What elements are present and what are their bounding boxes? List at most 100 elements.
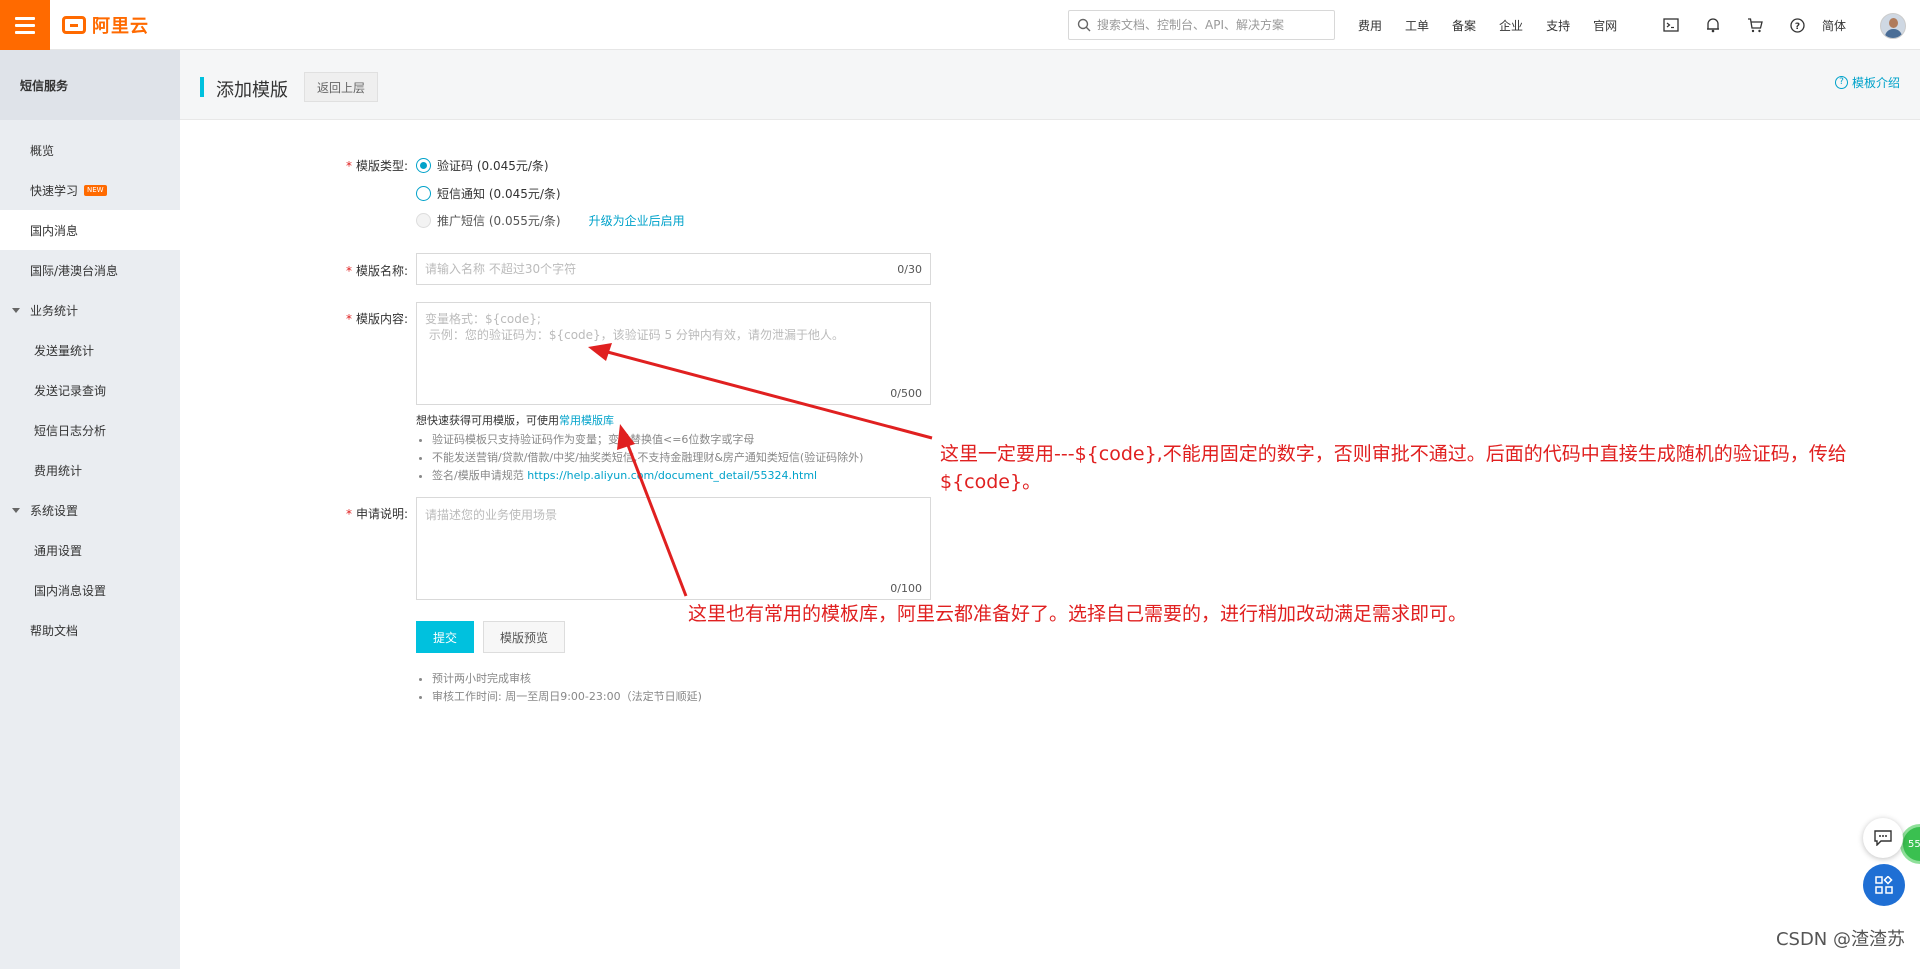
sidebar-item-label: 短信日志分析 bbox=[34, 423, 107, 438]
nav-icp[interactable]: 备案 bbox=[1452, 17, 1476, 34]
sidebar-item-overview[interactable]: 概览 bbox=[0, 130, 180, 170]
sidebar-item-send-records[interactable]: 发送记录查询 bbox=[0, 370, 180, 410]
submit-button[interactable]: 提交 bbox=[416, 621, 474, 653]
user-avatar[interactable] bbox=[1880, 13, 1906, 39]
sidebar-item-label: 发送量统计 bbox=[34, 343, 95, 358]
apply-description-textarea[interactable] bbox=[425, 506, 922, 578]
global-search[interactable] bbox=[1068, 10, 1335, 40]
content-rules-list: 验证码模板只支持验证码作为变量；变量替换值<=6位数字或字母 不能发送营销/贷款… bbox=[432, 431, 863, 485]
sidebar-item-domestic-settings[interactable]: 国内消息设置 bbox=[0, 570, 180, 610]
template-name-label: * 模版名称: bbox=[345, 264, 408, 278]
radio-checked-icon[interactable] bbox=[416, 158, 431, 173]
rule-item: 验证码模板只支持验证码作为变量；变量替换值<=6位数字或字母 bbox=[432, 431, 863, 449]
top-nav: 费用 工单 备案 企业 支持 官网 bbox=[1358, 0, 1640, 50]
sidebar-item-quick-learn[interactable]: 快速学习 NEW bbox=[0, 170, 180, 210]
cart-icon[interactable] bbox=[1734, 17, 1776, 33]
template-content-textarea[interactable] bbox=[425, 311, 922, 383]
sidebar-title: 短信服务 bbox=[0, 50, 180, 120]
bell-icon[interactable] bbox=[1692, 17, 1734, 33]
radio-icon[interactable] bbox=[416, 186, 431, 201]
hamburger-menu-icon[interactable] bbox=[0, 0, 50, 50]
radio-label: 短信通知 (0.045元/条) bbox=[437, 187, 561, 201]
nav-support[interactable]: 支持 bbox=[1546, 17, 1570, 34]
rule-item: 不能发送营销/贷款/借款/中奖/抽奖类短信,不支持金融理财&房产通知类短信(验证… bbox=[432, 449, 863, 467]
top-bar: 阿里云 费用 工单 备案 企业 支持 官网 ? 简体 bbox=[0, 0, 1920, 50]
sidebar-item-domestic[interactable]: 国内消息 bbox=[0, 210, 180, 250]
common-template-library-link[interactable]: 常用模版库 bbox=[559, 414, 614, 427]
sidebar: 短信服务 概览 快速学习 NEW 国内消息 国际/港澳台消息 业务统计 发送量统计… bbox=[0, 50, 180, 969]
sidebar-item-general-settings[interactable]: 通用设置 bbox=[0, 530, 180, 570]
sidebar-item-send-stats[interactable]: 发送量统计 bbox=[0, 330, 180, 370]
template-content-field[interactable]: 0/500 bbox=[416, 302, 931, 405]
aliyun-logo[interactable]: 阿里云 bbox=[62, 12, 149, 38]
template-intro-link[interactable]: ? 模板介绍 bbox=[1834, 74, 1900, 91]
template-preview-button[interactable]: 模版预览 bbox=[483, 621, 565, 653]
search-icon bbox=[1077, 18, 1091, 32]
sidebar-item-label: 通用设置 bbox=[34, 543, 83, 558]
sidebar-item-label: 业务统计 bbox=[30, 303, 79, 318]
template-name-field[interactable]: 0/30 bbox=[416, 253, 931, 285]
apps-grid-icon[interactable] bbox=[1863, 864, 1905, 906]
apply-description-label: * 申请说明: bbox=[345, 507, 408, 521]
language-switch[interactable]: 简体 bbox=[1822, 17, 1846, 34]
nav-enterprise[interactable]: 企业 bbox=[1499, 17, 1523, 34]
question-icon: ? bbox=[1834, 76, 1848, 89]
sidebar-item-label: 国内消息 bbox=[30, 223, 79, 238]
sidebar-item-label: 国际/港澳台消息 bbox=[30, 263, 119, 278]
sidebar-item-label: 快速学习 bbox=[30, 183, 79, 198]
sidebar-item-label: 帮助文档 bbox=[30, 623, 79, 638]
csdn-watermark: CSDN @渣渣苏 bbox=[1775, 929, 1905, 950]
upgrade-enterprise-link[interactable]: 升级为企业后启用 bbox=[589, 212, 685, 229]
svg-text:?: ? bbox=[1794, 22, 1799, 32]
template-name-input[interactable] bbox=[425, 262, 870, 276]
template-type-label: * 模版类型: bbox=[345, 159, 408, 173]
sidebar-item-label: 费用统计 bbox=[34, 463, 83, 478]
chat-icon[interactable] bbox=[1863, 818, 1903, 858]
top-icons: ? 简体 bbox=[1650, 0, 1846, 50]
review-note: 审核工作时间: 周一至周日9:00-23:00（法定节日顺延) bbox=[432, 688, 702, 706]
radio-promo-sms: 推广短信 (0.055元/条) 升级为企业后启用 bbox=[416, 212, 685, 229]
rule-item: 签名/模版申请规范 https://help.aliyun.com/docume… bbox=[432, 467, 863, 485]
template-intro-label: 模板介绍 bbox=[1851, 76, 1900, 90]
radio-label: 验证码 (0.045元/条) bbox=[437, 159, 549, 173]
back-button[interactable]: 返回上层 bbox=[304, 72, 379, 102]
annotation-code-variable: 这里一定要用---${code},不能用固定的数字，否则审批不通过。后面的代码中… bbox=[940, 443, 1847, 493]
sidebar-group-settings[interactable]: 系统设置 bbox=[0, 490, 180, 530]
sidebar-item-label: 系统设置 bbox=[30, 503, 79, 518]
terminal-icon[interactable] bbox=[1650, 18, 1692, 32]
review-notes-list: 预计两小时完成审核 审核工作时间: 周一至周日9:00-23:00（法定节日顺延… bbox=[432, 670, 702, 706]
sidebar-group-statistics[interactable]: 业务统计 bbox=[0, 290, 180, 330]
sidebar-item-label: 概览 bbox=[30, 143, 55, 158]
radio-verification-code[interactable]: 验证码 (0.045元/条) bbox=[416, 157, 549, 174]
nav-fee[interactable]: 费用 bbox=[1358, 17, 1382, 34]
radio-label: 推广短信 (0.055元/条) bbox=[437, 214, 561, 228]
search-input[interactable] bbox=[1097, 18, 1327, 32]
desc-char-counter: 0/100 bbox=[890, 582, 922, 595]
review-note: 预计两小时完成审核 bbox=[432, 670, 702, 688]
sidebar-item-help-docs[interactable]: 帮助文档 bbox=[0, 610, 180, 650]
aliyun-logo-icon bbox=[62, 16, 86, 34]
radio-sms-notice[interactable]: 短信通知 (0.045元/条) bbox=[416, 185, 561, 202]
rules-doc-link[interactable]: https://help.aliyun.com/document_detail/… bbox=[527, 469, 817, 482]
nav-ticket[interactable]: 工单 bbox=[1405, 17, 1429, 34]
caret-down-icon bbox=[12, 307, 20, 313]
annotation-template-library: 这里也有常用的模板库，阿里云都准备好了。选择自己需要的，进行稍加改动满足需求即可… bbox=[688, 603, 1468, 625]
sidebar-menu: 概览 快速学习 NEW 国内消息 国际/港澳台消息 业务统计 发送量统计 发送记录… bbox=[0, 120, 180, 650]
help-icon[interactable]: ? bbox=[1776, 17, 1818, 33]
main-content: 添加模版 返回上层 ? 模板介绍 * 模版类型: 验证码 (0.045元/条) 短… bbox=[180, 50, 1920, 969]
radio-disabled-icon bbox=[416, 213, 431, 228]
apply-description-field[interactable]: 0/100 bbox=[416, 497, 931, 600]
caret-down-icon bbox=[12, 507, 20, 513]
new-badge: NEW bbox=[84, 184, 107, 196]
sidebar-item-label: 国内消息设置 bbox=[34, 583, 107, 598]
page-header: 添加模版 返回上层 ? 模板介绍 bbox=[180, 50, 1920, 120]
nav-official-site[interactable]: 官网 bbox=[1593, 17, 1617, 34]
template-content-label: * 模版内容: bbox=[345, 312, 408, 326]
sidebar-item-log-analysis[interactable]: 短信日志分析 bbox=[0, 410, 180, 450]
title-accent-bar bbox=[200, 77, 204, 97]
sidebar-item-fee-stats[interactable]: 费用统计 bbox=[0, 450, 180, 490]
sidebar-item-international[interactable]: 国际/港澳台消息 bbox=[0, 250, 180, 290]
quick-template-tip: 想快速获得可用模版，可使用常用模版库 bbox=[416, 414, 614, 427]
name-char-counter: 0/30 bbox=[897, 263, 922, 276]
sidebar-item-label: 发送记录查询 bbox=[34, 383, 107, 398]
